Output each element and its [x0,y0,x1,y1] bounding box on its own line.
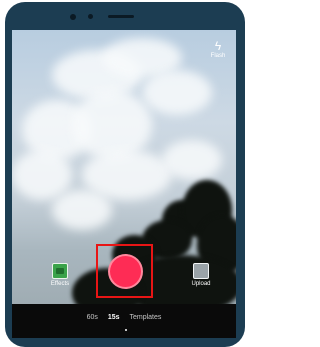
tab-60s[interactable]: 60s [87,314,98,321]
upload-button[interactable]: Upload [186,263,216,287]
mode-bar: 60s 15s Templates [12,304,236,338]
effects-icon [52,263,68,279]
sensor-icon [88,14,93,19]
flash-label: Flash [210,53,226,59]
upload-thumbnail-icon [193,263,209,279]
camera-viewfinder: ϟ Flash Effects Upload 60s 15s Templates [12,30,236,338]
effects-label: Effects [50,281,70,287]
active-mode-indicator [125,329,127,331]
mode-tabs: 60s 15s Templates [12,314,236,321]
tab-templates[interactable]: Templates [129,314,161,321]
upload-label: Upload [191,281,211,287]
effects-button[interactable]: Effects [46,263,74,287]
record-highlight-box [96,244,153,298]
front-camera-icon [70,14,76,20]
speaker-grille [108,15,134,18]
flash-button[interactable]: ϟ Flash [206,40,230,59]
flash-icon: ϟ [214,39,222,53]
tab-15s[interactable]: 15s [108,314,120,321]
record-button[interactable] [108,254,143,289]
phone-frame: ϟ Flash Effects Upload 60s 15s Templates [0,0,247,347]
